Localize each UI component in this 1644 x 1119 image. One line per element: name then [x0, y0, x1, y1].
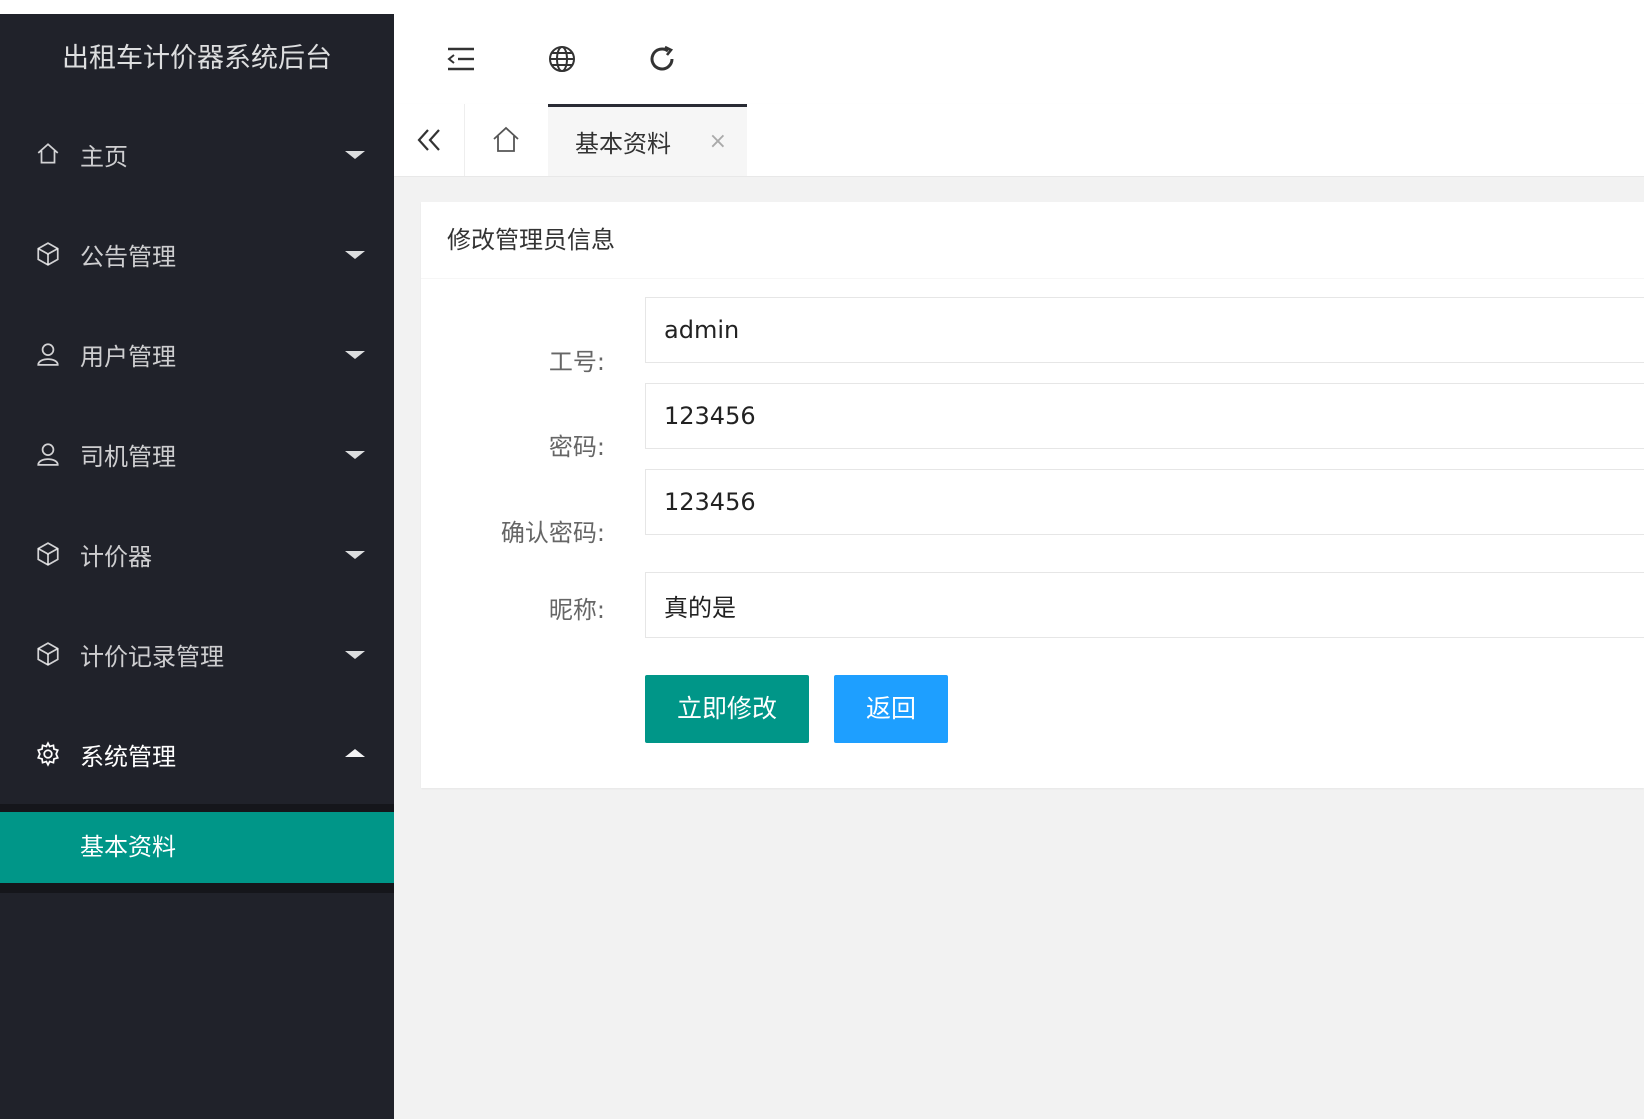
sidebar-item-label: 司机管理	[80, 442, 176, 471]
sidebar: 出租车计价器系统后台 主页 公告管理 用户管理 司机管理 计价器 计价记录管理 …	[0, 14, 394, 1119]
sidebar-item-meter[interactable]: 计价器	[0, 504, 394, 604]
sidebar-item-notice[interactable]: 公告管理	[0, 204, 394, 304]
field-label-nickname: 昵称:	[548, 596, 605, 624]
chevron-down-icon	[345, 351, 365, 359]
cube-icon	[35, 541, 61, 567]
sidebar-item-label: 公告管理	[80, 242, 176, 271]
id-input[interactable]	[645, 297, 1644, 363]
double-chevron-left-icon[interactable]	[394, 104, 465, 176]
sidebar-item-label: 计价器	[80, 542, 152, 571]
sidebar-item-label: 系统管理	[80, 742, 176, 771]
sidebar-item-label: 用户管理	[80, 342, 176, 371]
cube-icon	[35, 641, 61, 667]
cube-icon	[35, 241, 61, 267]
chevron-down-icon	[345, 251, 365, 259]
chevron-down-icon	[345, 651, 365, 659]
menu-fold-icon[interactable]	[441, 39, 481, 79]
chevron-down-icon	[345, 151, 365, 159]
chevron-down-icon	[345, 451, 365, 459]
back-button[interactable]: 返回	[834, 675, 948, 743]
sidebar-item-records[interactable]: 计价记录管理	[0, 604, 394, 704]
password-input[interactable]	[645, 383, 1644, 449]
sidebar-item-system[interactable]: 系统管理	[0, 704, 394, 804]
card-title: 修改管理员信息	[421, 202, 1644, 279]
app-title: 出租车计价器系统后台	[62, 43, 332, 74]
sidebar-item-label: 主页	[80, 142, 128, 171]
globe-icon[interactable]	[542, 39, 582, 79]
close-icon[interactable]: ×	[709, 131, 727, 153]
chevron-up-icon	[345, 749, 365, 757]
sidebar-item-drivers[interactable]: 司机管理	[0, 404, 394, 504]
chevron-down-icon	[345, 551, 365, 559]
home-icon[interactable]	[465, 104, 547, 176]
tab-label: 基本资料	[575, 130, 671, 158]
user-icon	[35, 341, 61, 367]
tab-bar: 基本资料 ×	[394, 104, 1644, 177]
home-icon	[35, 141, 61, 167]
user-icon	[35, 441, 61, 467]
refresh-icon[interactable]	[642, 39, 682, 79]
tab-profile[interactable]: 基本资料 ×	[548, 104, 747, 176]
sidebar-subitem-profile[interactable]: 基本资料	[0, 812, 394, 883]
sidebar-item-label: 计价记录管理	[80, 642, 224, 671]
content-area: 修改管理员信息 工号: 密码: 确认密码: 昵称: 立即修改 返回	[394, 177, 1644, 1119]
gear-icon	[35, 741, 61, 767]
sidebar-item-users[interactable]: 用户管理	[0, 304, 394, 404]
confirm-password-input[interactable]	[645, 469, 1644, 535]
nickname-input[interactable]	[645, 572, 1644, 638]
edit-admin-card: 修改管理员信息 工号: 密码: 确认密码: 昵称: 立即修改 返回	[421, 202, 1644, 788]
field-label-confirm-password: 确认密码:	[500, 519, 605, 547]
top-header	[394, 14, 1644, 105]
sidebar-item-home[interactable]: 主页	[0, 104, 394, 204]
field-label-id: 工号:	[548, 348, 605, 376]
field-label-password: 密码:	[548, 433, 605, 461]
submenu: 基本资料	[0, 804, 394, 893]
submit-button[interactable]: 立即修改	[645, 675, 809, 743]
